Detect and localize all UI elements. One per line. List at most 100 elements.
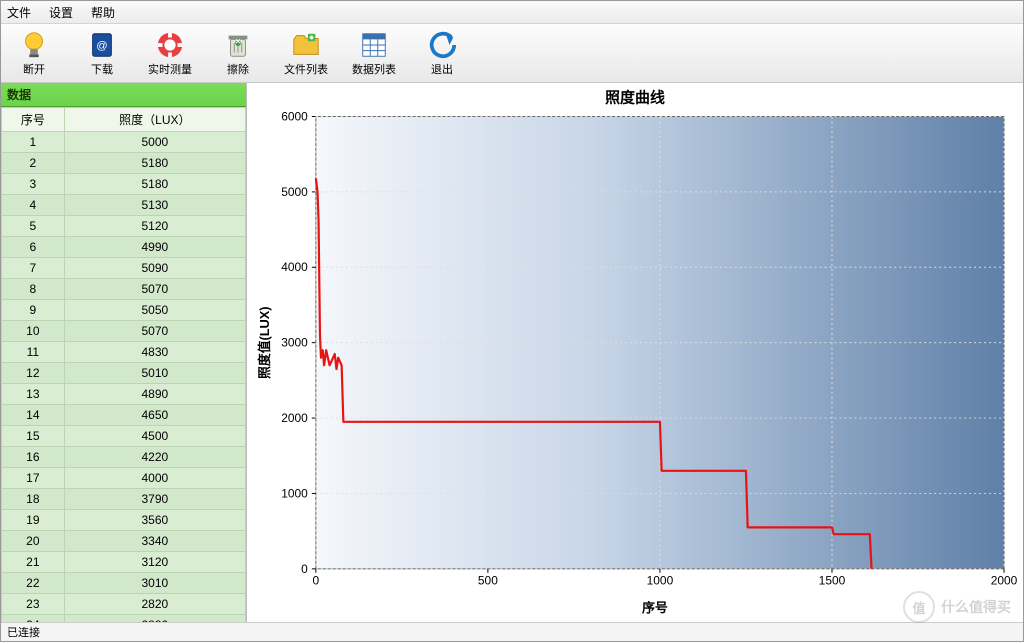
cell-lux: 4500 bbox=[64, 426, 245, 447]
table-row[interactable]: 85070 bbox=[2, 279, 246, 300]
cell-lux: 4000 bbox=[64, 468, 245, 489]
cell-index: 24 bbox=[2, 615, 65, 623]
cell-index: 18 bbox=[2, 489, 65, 510]
table-row[interactable]: 134890 bbox=[2, 384, 246, 405]
menu-settings[interactable]: 设置 bbox=[49, 4, 73, 21]
data-grid-scroll[interactable]: 序号 照度（LUX） 15000251803518045130551206499… bbox=[1, 107, 246, 622]
table-row[interactable]: 25180 bbox=[2, 153, 246, 174]
table-row[interactable]: 174000 bbox=[2, 468, 246, 489]
realtime-label: 实时测量 bbox=[148, 61, 192, 77]
table-row[interactable]: 114830 bbox=[2, 342, 246, 363]
exit-button[interactable]: 退出 bbox=[417, 28, 467, 78]
book-icon: @ bbox=[87, 30, 117, 60]
table-row[interactable]: 242880 bbox=[2, 615, 246, 623]
cell-index: 12 bbox=[2, 363, 65, 384]
cell-lux: 2820 bbox=[64, 594, 245, 615]
data-panel: 数据 序号 照度（LUX） 15000251803518045130551206… bbox=[1, 83, 247, 622]
cell-lux: 5070 bbox=[64, 321, 245, 342]
cell-lux: 3120 bbox=[64, 552, 245, 573]
svg-text:6000: 6000 bbox=[281, 110, 308, 124]
cell-index: 21 bbox=[2, 552, 65, 573]
svg-text:1000: 1000 bbox=[281, 486, 308, 500]
svg-text:1500: 1500 bbox=[819, 574, 846, 588]
cell-lux: 4220 bbox=[64, 447, 245, 468]
cell-lux: 4890 bbox=[64, 384, 245, 405]
col-index[interactable]: 序号 bbox=[2, 108, 65, 132]
table-row[interactable]: 105070 bbox=[2, 321, 246, 342]
cell-index: 20 bbox=[2, 531, 65, 552]
cell-lux: 3340 bbox=[64, 531, 245, 552]
cell-lux: 5070 bbox=[64, 279, 245, 300]
svg-text:500: 500 bbox=[478, 574, 498, 588]
datalist-button[interactable]: 数据列表 bbox=[349, 28, 399, 78]
cell-lux: 3790 bbox=[64, 489, 245, 510]
table-row[interactable]: 213120 bbox=[2, 552, 246, 573]
table-row[interactable]: 232820 bbox=[2, 594, 246, 615]
cell-index: 10 bbox=[2, 321, 65, 342]
bulb-icon bbox=[19, 30, 49, 60]
svg-text:0: 0 bbox=[313, 574, 320, 588]
cell-lux: 4830 bbox=[64, 342, 245, 363]
main-body: 数据 序号 照度（LUX） 15000251803518045130551206… bbox=[1, 83, 1023, 622]
cell-lux: 3560 bbox=[64, 510, 245, 531]
cell-lux: 4990 bbox=[64, 237, 245, 258]
lux-chart: 0100020003000400050006000050010001500200… bbox=[251, 87, 1019, 618]
col-lux[interactable]: 照度（LUX） bbox=[64, 108, 245, 132]
table-row[interactable]: 15000 bbox=[2, 132, 246, 153]
table-row[interactable]: 95050 bbox=[2, 300, 246, 321]
table-row[interactable]: 183790 bbox=[2, 489, 246, 510]
table-row[interactable]: 75090 bbox=[2, 258, 246, 279]
cell-index: 22 bbox=[2, 573, 65, 594]
cell-index: 16 bbox=[2, 447, 65, 468]
svg-text:3000: 3000 bbox=[281, 336, 308, 350]
panel-title: 数据 bbox=[1, 83, 246, 107]
table-row[interactable]: 223010 bbox=[2, 573, 246, 594]
cell-index: 8 bbox=[2, 279, 65, 300]
table-row[interactable]: 64990 bbox=[2, 237, 246, 258]
table-row[interactable]: 193560 bbox=[2, 510, 246, 531]
svg-text:照度值(LUX): 照度值(LUX) bbox=[257, 306, 272, 378]
svg-text:1000: 1000 bbox=[647, 574, 674, 588]
cell-index: 3 bbox=[2, 174, 65, 195]
cell-index: 9 bbox=[2, 300, 65, 321]
filelist-button[interactable]: 文件列表 bbox=[281, 28, 331, 78]
statusbar: 已连接 bbox=[1, 622, 1023, 641]
table-row[interactable]: 55120 bbox=[2, 216, 246, 237]
svg-text:2000: 2000 bbox=[281, 411, 308, 425]
exit-label: 退出 bbox=[431, 61, 453, 77]
cell-lux: 5130 bbox=[64, 195, 245, 216]
cell-index: 2 bbox=[2, 153, 65, 174]
table-row[interactable]: 125010 bbox=[2, 363, 246, 384]
menu-help[interactable]: 帮助 bbox=[91, 4, 115, 21]
download-label: 下载 bbox=[91, 61, 113, 77]
cell-lux: 5000 bbox=[64, 132, 245, 153]
table-row[interactable]: 203340 bbox=[2, 531, 246, 552]
toolbar: 断开 @ 下载 实时测量 擦除 文件列表 数据列表 退出 bbox=[1, 24, 1023, 83]
disconnect-button[interactable]: 断开 bbox=[9, 28, 59, 78]
realtime-button[interactable]: 实时测量 bbox=[145, 28, 195, 78]
cell-index: 17 bbox=[2, 468, 65, 489]
lifebuoy-icon bbox=[155, 30, 185, 60]
table-row[interactable]: 35180 bbox=[2, 174, 246, 195]
svg-text:4000: 4000 bbox=[281, 260, 308, 274]
disconnect-label: 断开 bbox=[23, 61, 45, 77]
menu-file[interactable]: 文件 bbox=[7, 4, 31, 21]
back-arrow-icon bbox=[427, 30, 457, 60]
cell-index: 15 bbox=[2, 426, 65, 447]
table-row[interactable]: 164220 bbox=[2, 447, 246, 468]
cell-index: 7 bbox=[2, 258, 65, 279]
cell-index: 5 bbox=[2, 216, 65, 237]
download-button[interactable]: @ 下载 bbox=[77, 28, 127, 78]
cell-index: 11 bbox=[2, 342, 65, 363]
trash-icon bbox=[223, 30, 253, 60]
clear-button[interactable]: 擦除 bbox=[213, 28, 263, 78]
table-row[interactable]: 144650 bbox=[2, 405, 246, 426]
cell-lux: 5180 bbox=[64, 153, 245, 174]
cell-lux: 5090 bbox=[64, 258, 245, 279]
cell-lux: 5050 bbox=[64, 300, 245, 321]
table-row[interactable]: 45130 bbox=[2, 195, 246, 216]
status-text: 已连接 bbox=[7, 624, 40, 640]
svg-text:0: 0 bbox=[301, 562, 308, 576]
table-row[interactable]: 154500 bbox=[2, 426, 246, 447]
cell-index: 6 bbox=[2, 237, 65, 258]
